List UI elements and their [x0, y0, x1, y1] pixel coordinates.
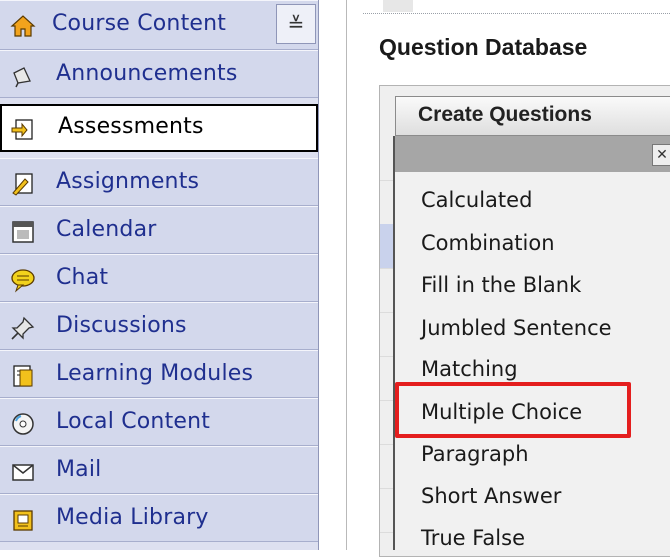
assignment-icon — [10, 171, 36, 197]
menu-item-calculated[interactable]: Calculated — [421, 188, 532, 212]
sidebar-item-label: Announcements — [56, 61, 238, 86]
dotted-separator — [363, 13, 670, 15]
table-row — [380, 356, 394, 401]
sidebar-item-announcements[interactable]: Announcements — [0, 50, 318, 98]
media-library-icon — [10, 507, 36, 533]
chat-icon — [10, 267, 36, 293]
menu-item-jumbled-sentence[interactable]: Jumbled Sentence — [421, 316, 612, 340]
megaphone-icon — [10, 63, 36, 89]
page-title: Question Database — [379, 34, 588, 60]
sidebar-item-learning-modules[interactable]: Learning Modules — [0, 350, 318, 398]
create-questions-label: Create Questions — [418, 103, 592, 126]
menu-item-combination[interactable]: Combination — [421, 231, 555, 255]
menu-item-fill-in-the-blank[interactable]: Fill in the Blank — [421, 273, 581, 297]
highlight-box — [395, 382, 631, 438]
sidebar-item-label: Discussions — [56, 313, 187, 338]
sidebar-item-local-content[interactable]: Local Content — [0, 398, 318, 446]
mail-icon — [10, 459, 36, 485]
panel-gutter — [319, 0, 347, 550]
home-icon — [10, 13, 36, 39]
sidebar-item-assessments[interactable]: Assessments — [0, 104, 318, 152]
sidebar-item-assignments[interactable]: Assignments — [0, 158, 318, 206]
top-tab-stub — [383, 0, 413, 12]
sidebar-header-label: Course Content — [52, 11, 227, 36]
sidebar-item-label: Learning Modules — [56, 361, 254, 386]
sidebar: Course Content ≚ Announcements Assessmen… — [0, 0, 319, 550]
sidebar-item-label: Media Library — [56, 505, 209, 530]
table-row — [380, 312, 394, 357]
sidebar-item-label: Mail — [56, 457, 102, 482]
dropdown-header: ✕ — [395, 136, 670, 172]
disc-icon — [10, 411, 36, 437]
sidebar-item-label: Local Content — [56, 409, 211, 434]
question-table-stub — [380, 136, 394, 550]
sidebar-item-media-library[interactable]: Media Library — [0, 494, 318, 542]
assessment-icon — [10, 116, 36, 142]
table-row — [380, 400, 394, 445]
pushpin-icon — [10, 315, 36, 341]
sidebar-item-chat[interactable]: Chat — [0, 254, 318, 302]
calendar-icon — [10, 219, 36, 245]
close-icon[interactable]: ✕ — [652, 144, 670, 166]
table-row — [380, 224, 394, 269]
menu-item-short-answer[interactable]: Short Answer — [421, 484, 561, 508]
table-row — [380, 444, 394, 489]
sidebar-item-calendar[interactable]: Calendar — [0, 206, 318, 254]
sidebar-item-label: Assessments — [58, 114, 204, 139]
learning-module-icon — [10, 363, 36, 389]
table-row — [380, 268, 394, 313]
table-row — [380, 136, 394, 181]
sidebar-item-label: Chat — [56, 265, 109, 290]
sidebar-item-discussions[interactable]: Discussions — [0, 302, 318, 350]
question-type-dropdown: ✕ Calculated Combination Fill in the Bla… — [393, 136, 670, 550]
sidebar-header-course-content[interactable]: Course Content ≚ — [0, 0, 318, 50]
menu-item-true-false[interactable]: True False — [421, 526, 525, 550]
sidebar-item-mail[interactable]: Mail — [0, 446, 318, 494]
sidebar-item-label: Assignments — [56, 169, 200, 194]
create-questions-button[interactable]: Create Questions — [395, 96, 670, 136]
collapse-toggle-button[interactable]: ≚ — [276, 4, 316, 44]
table-row — [380, 488, 394, 533]
table-row — [380, 180, 394, 225]
menu-item-matching[interactable]: Matching — [421, 357, 518, 381]
sidebar-item-label: Calendar — [56, 217, 157, 242]
menu-item-paragraph[interactable]: Paragraph — [421, 442, 529, 466]
